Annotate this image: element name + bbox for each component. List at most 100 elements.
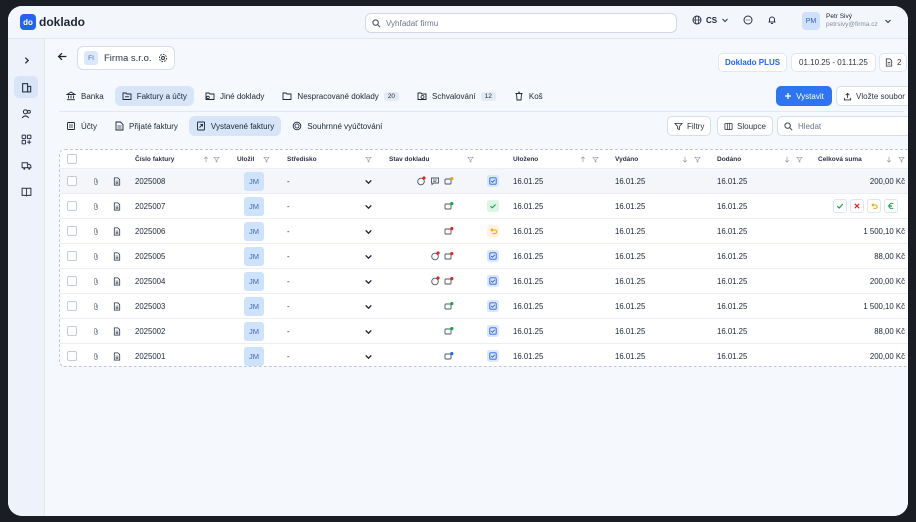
column-header-saved[interactable]: Uloženo [513,150,538,168]
money-check-icon[interactable] [444,194,454,218]
document-icon[interactable] [113,169,121,193]
filter-icon[interactable] [365,150,372,168]
firm-search-input[interactable]: Vyhľadať firmu [365,13,677,33]
issue-invoice-button[interactable]: Vystavit [776,86,832,106]
plan-badge[interactable]: Doklado PLUS [718,53,788,72]
table-row[interactable]: 2025004 JM - 16.01.25 16.01.25 16.01.25 … [60,269,908,294]
check-status-icon[interactable] [487,194,499,218]
filter-icon[interactable] [263,150,270,168]
table-row[interactable]: 2025008 JM - 16.01.25 16.01.25 16.01.25 … [60,169,908,194]
row-checkbox[interactable] [67,169,77,193]
money-clock-icon[interactable] [444,169,454,193]
invoice-number[interactable]: 2025008 [135,169,165,193]
chat-icon[interactable] [743,15,753,25]
invoice-number[interactable]: 2025005 [135,244,165,268]
columns-button[interactable]: Sloupce [717,116,773,136]
sort-icon[interactable] [682,150,688,168]
table-row[interactable]: 2025003 JM - 16.01.25 16.01.25 16.01.25 … [60,294,908,319]
tab-issued-invoices[interactable]: Vystavené faktury [188,116,282,136]
back-arrow-icon[interactable] [57,51,68,62]
attachment-icon[interactable] [92,344,100,366]
invoice-number[interactable]: 2025007 [135,194,165,218]
center-dropdown-chevron-down-icon[interactable] [364,344,373,366]
attachment-icon[interactable] [92,194,100,218]
document-icon[interactable] [113,319,121,343]
undo-icon[interactable] [867,199,881,213]
sort-icon[interactable] [886,150,892,168]
tab-other-documents[interactable]: Jiné doklady [198,86,271,106]
center-dropdown-chevron-down-icon[interactable] [364,294,373,318]
filter-icon[interactable] [592,150,599,168]
select-all-checkbox[interactable] [67,150,77,168]
tab-approvals[interactable]: Schvalování 12 [410,86,503,106]
filter-icon[interactable] [694,150,701,168]
row-checkbox[interactable] [67,269,77,293]
money-alert-icon[interactable] [444,269,454,293]
table-row[interactable]: 2025002 JM - 16.01.25 16.01.25 16.01.25 … [60,319,908,344]
row-checkbox[interactable] [67,344,77,366]
table-row[interactable]: 2025005 JM - 16.01.25 16.01.25 16.01.25 … [60,244,908,269]
center-dropdown-chevron-down-icon[interactable] [364,194,373,218]
filter-icon[interactable] [796,150,803,168]
table-row[interactable]: 2025001 JM - 16.01.25 16.01.25 16.01.25 … [60,344,908,366]
comment-alert-icon[interactable] [430,269,440,293]
money-check-icon[interactable] [444,294,454,318]
filter-icon[interactable] [213,150,220,168]
row-checkbox[interactable] [67,194,77,218]
center-dropdown-chevron-down-icon[interactable] [364,169,373,193]
money-alert-icon[interactable] [444,244,454,268]
column-header-number[interactable]: Číslo faktury [135,150,174,168]
attachment-icon[interactable] [92,244,100,268]
check-square-status-icon[interactable] [487,269,499,293]
sort-icon[interactable] [580,150,586,168]
column-header-state[interactable]: Stav dokladu [389,150,429,168]
invoice-number[interactable]: 2025003 [135,294,165,318]
money-alert-icon[interactable] [444,219,454,243]
attachment-icon[interactable] [92,294,100,318]
table-row[interactable]: 2025007 JM - 16.01.25 16.01.25 16.01.25 [60,194,908,219]
column-header-center[interactable]: Středisko [287,150,317,168]
document-icon[interactable] [113,194,121,218]
upload-file-button[interactable]: Vložte soubor [836,86,908,106]
invoice-number[interactable]: 2025001 [135,344,165,366]
row-checkbox[interactable] [67,294,77,318]
comment-alert-icon[interactable] [416,169,426,193]
period-selector[interactable]: 01.10.25 - 01.11.25 [791,53,876,72]
tab-invoices-and-bills[interactable]: Faktury a účty [114,86,194,106]
check-icon[interactable] [833,199,847,213]
chevron-down-icon[interactable] [884,17,892,25]
money-check-icon[interactable] [444,319,454,343]
invoice-number[interactable]: 2025006 [135,219,165,243]
check-square-status-icon[interactable] [487,169,499,193]
attachment-icon[interactable] [92,169,100,193]
table-row[interactable]: 2025006 JM - 16.01.25 16.01.25 16.01.25 … [60,219,908,244]
language-selector[interactable]: CS [706,16,717,25]
document-icon[interactable] [113,269,121,293]
column-header-issued[interactable]: Vydáno [615,150,638,168]
check-square-status-icon[interactable] [487,319,499,343]
logo[interactable]: do doklado [20,14,85,30]
tab-bills[interactable]: Účty [59,116,104,136]
center-dropdown-chevron-down-icon[interactable] [364,244,373,268]
sort-icon[interactable] [203,150,209,168]
check-square-status-icon[interactable] [487,244,499,268]
gear-icon[interactable] [158,53,168,63]
filter-icon[interactable] [898,150,905,168]
tab-received-invoices[interactable]: Přijaté faktury [108,116,185,136]
invoice-number[interactable]: 2025004 [135,269,165,293]
chevron-down-icon[interactable] [721,16,729,24]
comment-alert-icon[interactable] [430,244,440,268]
attachment-icon[interactable] [92,319,100,343]
invoice-number[interactable]: 2025002 [135,319,165,343]
check-square-status-icon[interactable] [487,344,499,366]
bell-icon[interactable] [767,15,777,25]
sidebar-expand-button[interactable] [14,49,38,71]
document-icon[interactable] [113,244,121,268]
euro-icon[interactable] [884,199,898,213]
sidebar-item-apps[interactable] [14,128,38,150]
globe-icon[interactable] [692,15,702,25]
filters-button[interactable]: Filtry [667,116,712,136]
center-dropdown-chevron-down-icon[interactable] [364,219,373,243]
undo-status-icon[interactable] [487,219,499,243]
center-dropdown-chevron-down-icon[interactable] [364,269,373,293]
